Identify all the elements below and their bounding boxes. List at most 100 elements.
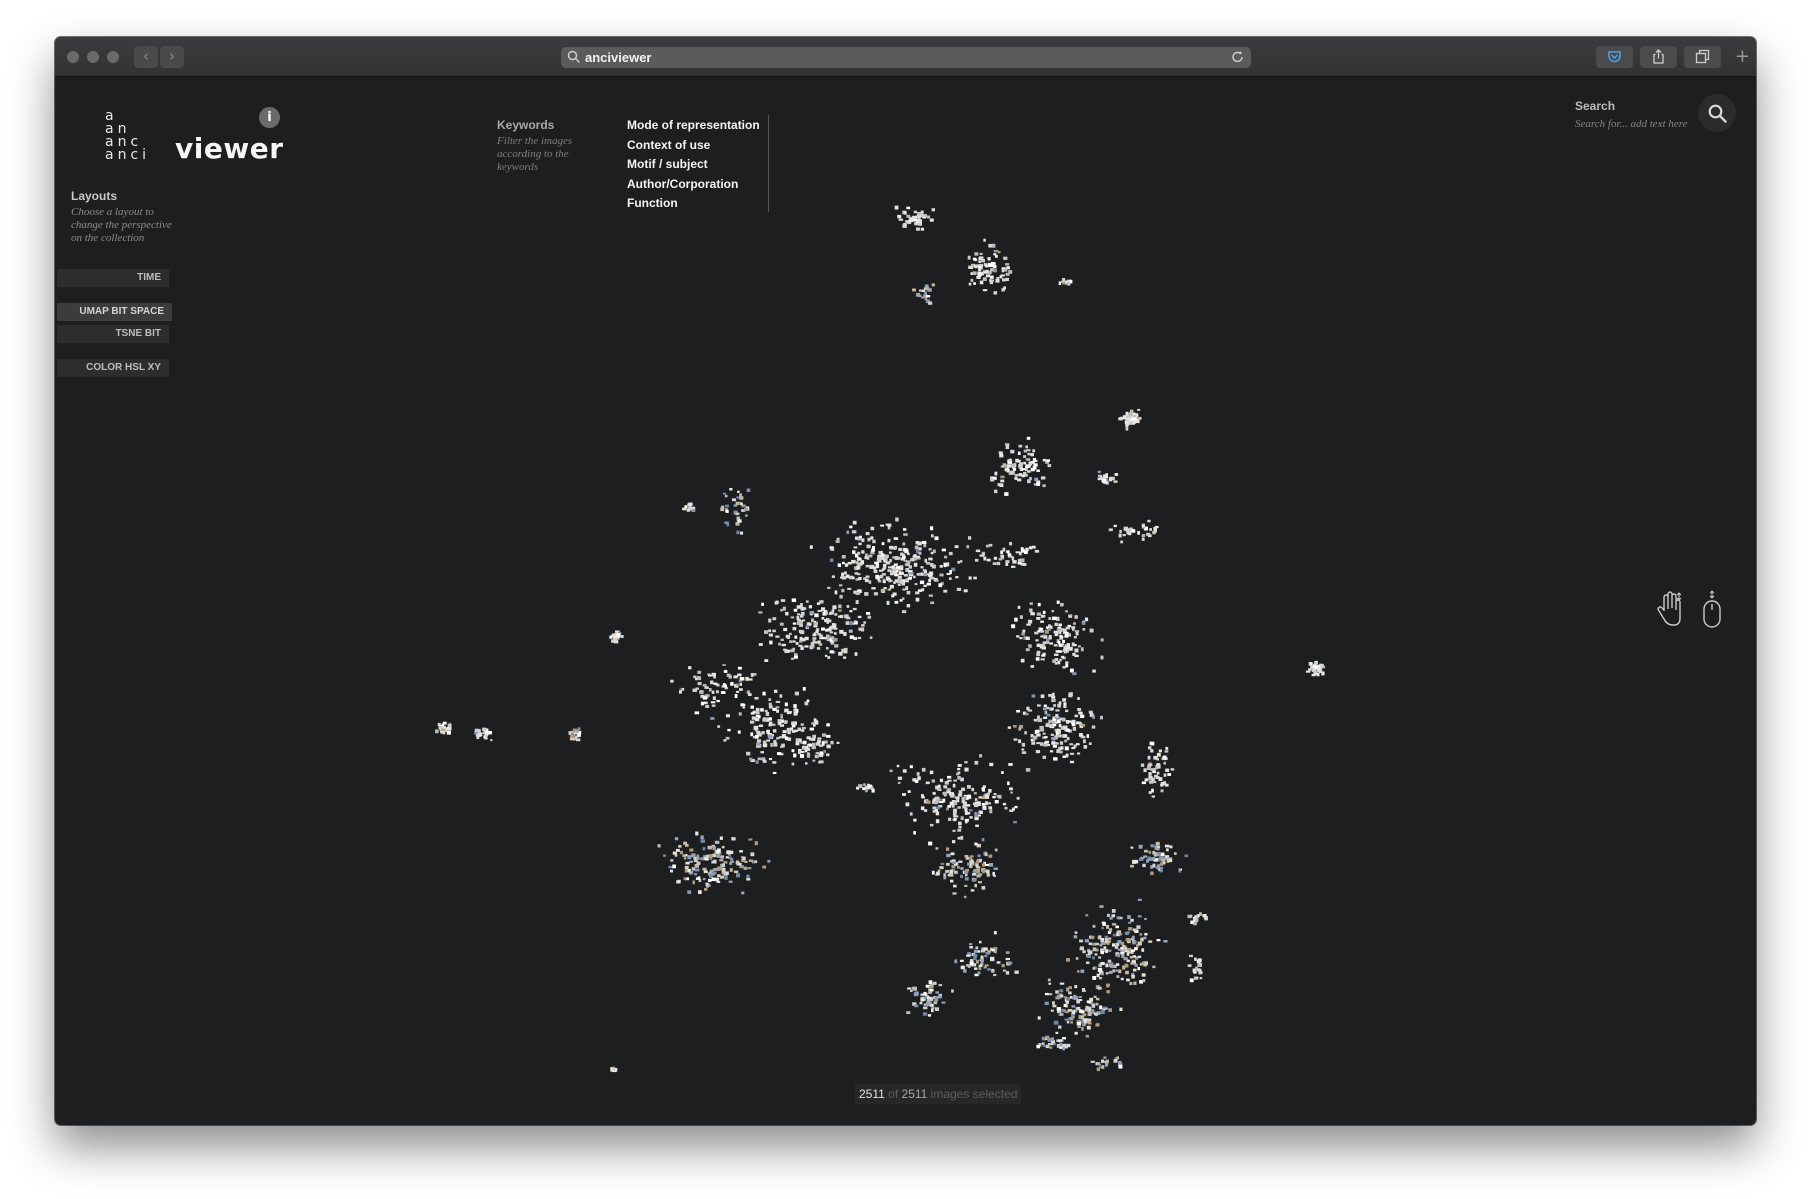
image-thumbnail-point[interactable] (905, 220, 910, 223)
image-thumbnail-point[interactable] (1055, 990, 1059, 994)
image-thumbnail-point[interactable] (735, 683, 739, 686)
image-thumbnail-point[interactable] (675, 848, 680, 852)
image-thumbnail-point[interactable] (765, 712, 770, 716)
image-thumbnail-point[interactable] (892, 556, 896, 559)
image-thumbnail-point[interactable] (1062, 755, 1066, 759)
image-thumbnail-point[interactable] (916, 772, 920, 776)
image-thumbnail-point[interactable] (778, 642, 781, 646)
image-thumbnail-point[interactable] (1057, 641, 1061, 645)
image-thumbnail-point[interactable] (1116, 963, 1120, 966)
image-thumbnail-point[interactable] (688, 666, 692, 670)
image-thumbnail-point[interactable] (910, 558, 914, 562)
image-thumbnail-point[interactable] (998, 557, 1002, 561)
image-thumbnail-point[interactable] (1020, 558, 1025, 563)
image-thumbnail-point[interactable] (963, 895, 967, 899)
image-thumbnail-point[interactable] (768, 704, 773, 709)
image-thumbnail-point[interactable] (929, 1001, 932, 1005)
image-thumbnail-point[interactable] (974, 798, 978, 802)
image-thumbnail-point[interactable] (1097, 470, 1102, 474)
image-thumbnail-point[interactable] (917, 776, 921, 781)
image-thumbnail-point[interactable] (684, 865, 689, 870)
image-thumbnail-point[interactable] (981, 886, 986, 890)
image-thumbnail-point[interactable] (819, 760, 824, 764)
image-thumbnail-point[interactable] (952, 811, 957, 816)
image-thumbnail-point[interactable] (1129, 956, 1134, 959)
image-thumbnail-point[interactable] (931, 534, 934, 538)
image-thumbnail-point[interactable] (979, 280, 984, 285)
image-thumbnail-point[interactable] (855, 561, 859, 565)
image-thumbnail-point[interactable] (930, 563, 934, 567)
image-thumbnail-point[interactable] (988, 806, 993, 810)
back-button[interactable]: ‹ (134, 46, 158, 68)
image-thumbnail-point[interactable] (1036, 652, 1041, 657)
image-thumbnail-point[interactable] (928, 991, 933, 994)
image-thumbnail-point[interactable] (719, 875, 725, 879)
image-thumbnail-point[interactable] (973, 792, 977, 795)
image-thumbnail-point[interactable] (743, 866, 748, 870)
image-thumbnail-point[interactable] (1083, 1021, 1087, 1024)
image-thumbnail-point[interactable] (1158, 777, 1163, 781)
image-thumbnail-point[interactable] (893, 537, 899, 540)
image-thumbnail-point[interactable] (845, 574, 850, 579)
image-thumbnail-point[interactable] (750, 852, 755, 857)
image-thumbnail-point[interactable] (986, 871, 990, 875)
image-thumbnail-point[interactable] (1043, 716, 1048, 719)
image-thumbnail-point[interactable] (920, 806, 925, 811)
image-thumbnail-point[interactable] (993, 974, 997, 977)
image-thumbnail-point[interactable] (906, 214, 911, 218)
image-thumbnail-point[interactable] (946, 573, 951, 575)
image-thumbnail-point[interactable] (711, 877, 716, 882)
image-thumbnail-point[interactable] (946, 807, 949, 811)
image-thumbnail-point[interactable] (1031, 545, 1036, 549)
image-thumbnail-point[interactable] (768, 629, 772, 633)
image-thumbnail-point[interactable] (1152, 965, 1156, 969)
image-thumbnail-point[interactable] (1111, 964, 1115, 968)
image-thumbnail-point[interactable] (756, 739, 762, 743)
image-thumbnail-point[interactable] (935, 991, 939, 994)
image-thumbnail-point[interactable] (1055, 1031, 1059, 1034)
image-thumbnail-point[interactable] (935, 873, 938, 876)
image-thumbnail-point[interactable] (826, 745, 831, 749)
image-thumbnail-point[interactable] (895, 517, 899, 522)
image-thumbnail-point[interactable] (707, 872, 711, 876)
image-thumbnail-point[interactable] (927, 1014, 932, 1017)
image-thumbnail-point[interactable] (1040, 658, 1045, 661)
image-thumbnail-point[interactable] (1100, 962, 1105, 966)
image-thumbnail-point[interactable] (1037, 704, 1041, 707)
image-thumbnail-point[interactable] (857, 636, 862, 640)
image-thumbnail-point[interactable] (808, 605, 812, 609)
image-thumbnail-point[interactable] (1050, 725, 1054, 728)
image-thumbnail-point[interactable] (668, 865, 673, 869)
image-thumbnail-point[interactable] (1118, 533, 1122, 538)
image-thumbnail-point[interactable] (913, 831, 916, 835)
image-thumbnail-point[interactable] (875, 561, 879, 566)
image-thumbnail-point[interactable] (959, 959, 964, 962)
image-thumbnail-point[interactable] (956, 772, 960, 776)
image-thumbnail-point[interactable] (932, 981, 937, 985)
image-thumbnail-point[interactable] (993, 249, 999, 253)
image-thumbnail-point[interactable] (1053, 644, 1058, 647)
image-thumbnail-point[interactable] (1011, 624, 1016, 629)
image-thumbnail-point[interactable] (768, 702, 772, 705)
image-thumbnail-point[interactable] (838, 609, 842, 612)
image-thumbnail-point[interactable] (701, 857, 704, 861)
image-thumbnail-point[interactable] (902, 224, 907, 228)
image-thumbnail-point[interactable] (793, 729, 798, 732)
image-thumbnail-point[interactable] (782, 606, 786, 611)
image-thumbnail-point[interactable] (750, 705, 755, 709)
image-thumbnail-point[interactable] (1007, 461, 1012, 464)
image-thumbnail-point[interactable] (780, 713, 783, 718)
image-thumbnail-point[interactable] (1060, 746, 1064, 750)
image-thumbnail-point[interactable] (1076, 752, 1081, 755)
image-thumbnail-point[interactable] (1048, 627, 1052, 631)
image-thumbnail-point[interactable] (1058, 626, 1062, 629)
image-thumbnail-point[interactable] (901, 554, 906, 556)
image-thumbnail-point[interactable] (1007, 726, 1011, 729)
image-thumbnail-point[interactable] (926, 215, 931, 219)
image-thumbnail-point[interactable] (1062, 698, 1067, 702)
image-thumbnail-point[interactable] (792, 622, 797, 625)
image-thumbnail-point[interactable] (1133, 940, 1137, 944)
image-thumbnail-point[interactable] (791, 762, 795, 766)
image-thumbnail-point[interactable] (1055, 709, 1060, 712)
image-thumbnail-point[interactable] (1166, 848, 1169, 852)
